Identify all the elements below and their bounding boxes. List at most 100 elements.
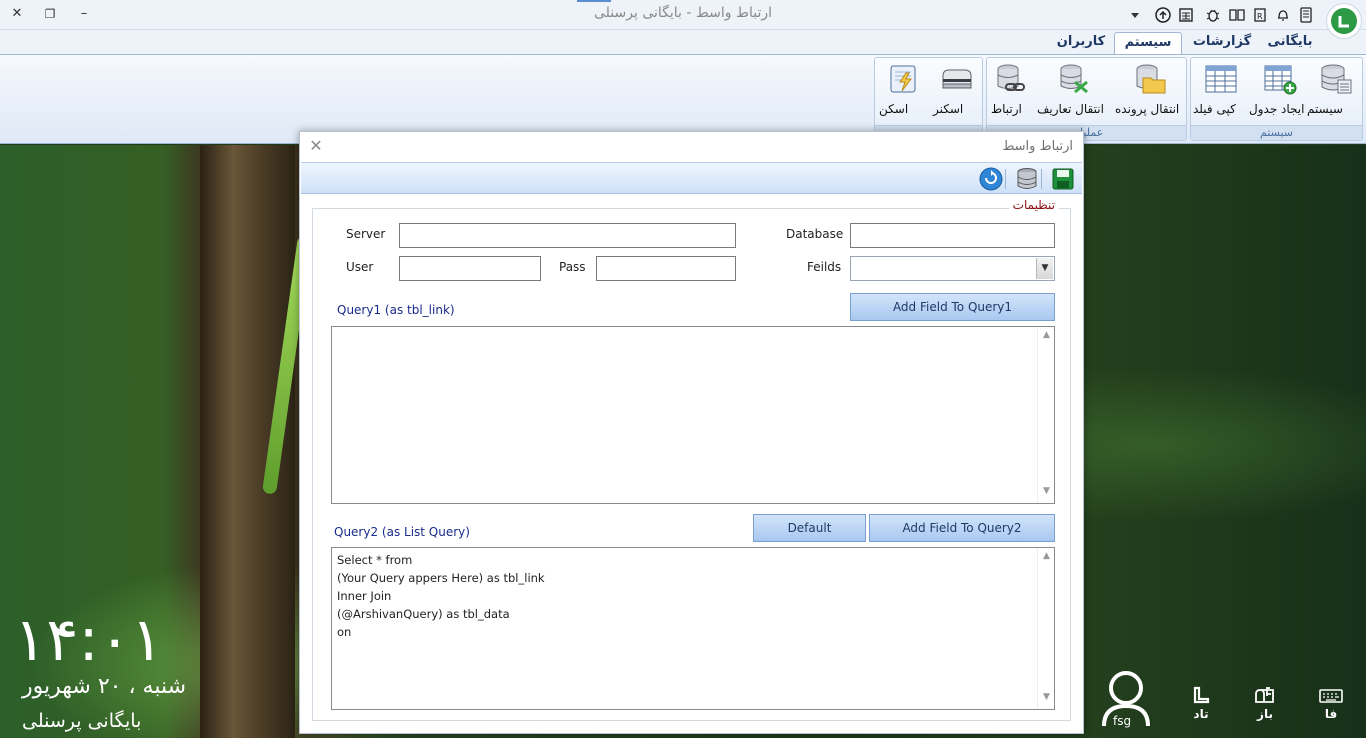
chevron-down-icon[interactable]: ▼ xyxy=(1036,258,1053,279)
refresh-button[interactable] xyxy=(978,166,1004,192)
copy-field-button[interactable]: کپی فیلد xyxy=(1193,60,1249,122)
upload-icon[interactable] xyxy=(1152,5,1174,25)
desktop-date: شنبه ، ۲۰ شهریور xyxy=(22,674,187,699)
tray-item-fa-label: فا xyxy=(1324,707,1338,721)
mailbox-icon xyxy=(1240,685,1290,707)
server-label: Server xyxy=(346,227,386,241)
tab-archive[interactable]: بایگانی xyxy=(1262,32,1318,54)
database-transfer-icon xyxy=(1057,62,1091,96)
keyboard-icon xyxy=(1306,685,1356,707)
connection-dialog: ✕ ارتباط واسط تنظیمات Server Database Us… xyxy=(299,131,1084,734)
server-input[interactable] xyxy=(399,223,736,248)
database-label: Database xyxy=(786,227,844,241)
database-input[interactable] xyxy=(850,223,1055,248)
document-icon[interactable]: R xyxy=(1249,5,1271,25)
bell-icon[interactable] xyxy=(1272,5,1294,25)
query2-line: (@ArshivanQuery) as tbl_data xyxy=(337,607,510,621)
refresh-icon xyxy=(979,167,1003,191)
connection-button[interactable]: ارتباط xyxy=(991,60,1031,122)
ribbon-group-operations: انتقال پرونده انتقال تعاریف ارتباط عملیا… xyxy=(986,57,1187,141)
dialog-toolbar xyxy=(301,162,1082,194)
book-icon[interactable] xyxy=(1226,5,1248,25)
phone-icon xyxy=(1176,685,1226,707)
query1-textarea[interactable]: ▲ ▼ xyxy=(331,326,1055,504)
desktop-app-name: بایگانی پرسنلی xyxy=(22,710,142,732)
app-logo-icon[interactable] xyxy=(1326,3,1362,39)
tray-item-tad-label: تاد xyxy=(1193,707,1209,721)
ribbon-group-system: سیستم ایجاد جدول کپی فیلد سیستم xyxy=(1190,57,1363,141)
system-button[interactable]: سیستم xyxy=(1307,60,1363,122)
desktop-user-label: fsg xyxy=(1113,714,1132,728)
scroll-up-icon[interactable]: ▲ xyxy=(1038,551,1055,565)
add-table-icon xyxy=(1263,62,1297,96)
create-table-button[interactable]: ایجاد جدول xyxy=(1249,60,1311,122)
query1-scrollbar[interactable]: ▲ ▼ xyxy=(1037,327,1054,503)
scanner-button[interactable]: اسکنر xyxy=(933,60,981,122)
transfer-definitions-button[interactable]: انتقال تعاریف xyxy=(1037,60,1111,122)
tray-item-baz[interactable]: باز xyxy=(1240,685,1290,721)
database-stack-icon xyxy=(1318,62,1352,96)
title-bar: ✕ ❐ – ارتباط واسط - بایگانی پرسنلی R xyxy=(0,0,1366,39)
dialog-title: ارتباط واسط xyxy=(1002,139,1073,154)
table-icon xyxy=(1204,62,1238,96)
system-button-label: سیستم xyxy=(1307,102,1343,116)
copy-field-label: کپی فیلد xyxy=(1193,102,1236,116)
scan-button[interactable]: اسکن xyxy=(879,60,927,122)
ribbon-group-scan: اسکنر اسکن xyxy=(874,57,983,141)
tab-users[interactable]: کاربران xyxy=(1052,32,1110,54)
tab-reports[interactable]: گزارشات xyxy=(1188,32,1256,54)
feilds-select[interactable]: ▼ xyxy=(850,256,1055,281)
scanner-icon xyxy=(940,62,974,96)
database-button[interactable] xyxy=(1014,166,1040,192)
desktop-clock: ۱۴:۰۱ xyxy=(14,605,164,675)
bug-icon[interactable] xyxy=(1202,5,1224,25)
save-icon xyxy=(1052,168,1074,190)
database-icon xyxy=(1017,168,1037,189)
tray-item-baz-label: باز xyxy=(1257,707,1273,721)
dialog-title-bar: ✕ ارتباط واسط xyxy=(300,132,1083,162)
query2-textarea[interactable]: Select * from (Your Query appers Here) a… xyxy=(331,547,1055,710)
ribbon-tab-bar: بایگانی گزارشات سیستم کاربران xyxy=(0,30,1366,54)
feilds-label: Feilds xyxy=(807,260,842,274)
tab-system[interactable]: سیستم xyxy=(1114,32,1182,54)
scanner-label: اسکنر xyxy=(933,102,964,116)
scroll-down-icon[interactable]: ▼ xyxy=(1038,486,1055,500)
dropdown-arrow-icon[interactable] xyxy=(1124,5,1146,25)
tray-item-tad[interactable]: تاد xyxy=(1176,685,1226,721)
query2-line: on xyxy=(337,625,352,639)
database-link-icon xyxy=(994,62,1028,96)
pass-label: Pass xyxy=(559,260,586,274)
add-field-query1-button[interactable]: Add Field To Query1 xyxy=(850,293,1055,321)
settings-caption: تنظیمات xyxy=(1008,198,1059,212)
query2-line: Select * from xyxy=(337,553,413,567)
query2-line: (Your Query appers Here) as tbl_link xyxy=(337,571,545,585)
query2-line: Inner Join xyxy=(337,589,392,603)
scroll-up-icon[interactable]: ▲ xyxy=(1038,330,1055,344)
ribbon-group-system-caption: سیستم xyxy=(1191,125,1362,140)
query2-text: Select * from (Your Query appers Here) a… xyxy=(337,551,1032,641)
query2-scrollbar[interactable]: ▲ ▼ xyxy=(1037,548,1054,709)
scroll-lightning-icon xyxy=(886,62,920,96)
user-label: User xyxy=(346,260,374,274)
pass-input[interactable] xyxy=(596,256,736,281)
query1-label: Query1 (as tbl_link) xyxy=(337,303,455,317)
add-field-query2-button[interactable]: Add Field To Query2 xyxy=(869,514,1055,542)
folder-database-icon xyxy=(1133,62,1167,96)
transfer-file-label: انتقال پرونده xyxy=(1115,102,1180,116)
transfer-definitions-label: انتقال تعاریف xyxy=(1037,102,1104,116)
connection-label: ارتباط xyxy=(991,102,1022,116)
mobile-icon[interactable] xyxy=(1295,5,1317,25)
dialog-close-button[interactable]: ✕ xyxy=(306,136,326,156)
create-table-label: ایجاد جدول xyxy=(1249,102,1305,116)
title-accent xyxy=(577,0,611,2)
svg-text:R: R xyxy=(1257,12,1263,21)
query2-label: Query2 (as List Query) xyxy=(334,525,470,539)
calculator-icon[interactable] xyxy=(1175,5,1197,25)
user-input[interactable] xyxy=(399,256,541,281)
transfer-file-button[interactable]: انتقال پرونده xyxy=(1115,60,1185,122)
save-button[interactable] xyxy=(1050,166,1076,192)
default-button[interactable]: Default xyxy=(753,514,866,542)
scroll-down-icon[interactable]: ▼ xyxy=(1038,692,1055,706)
scan-label: اسکن xyxy=(879,102,909,116)
tray-item-fa[interactable]: فا xyxy=(1306,685,1356,721)
